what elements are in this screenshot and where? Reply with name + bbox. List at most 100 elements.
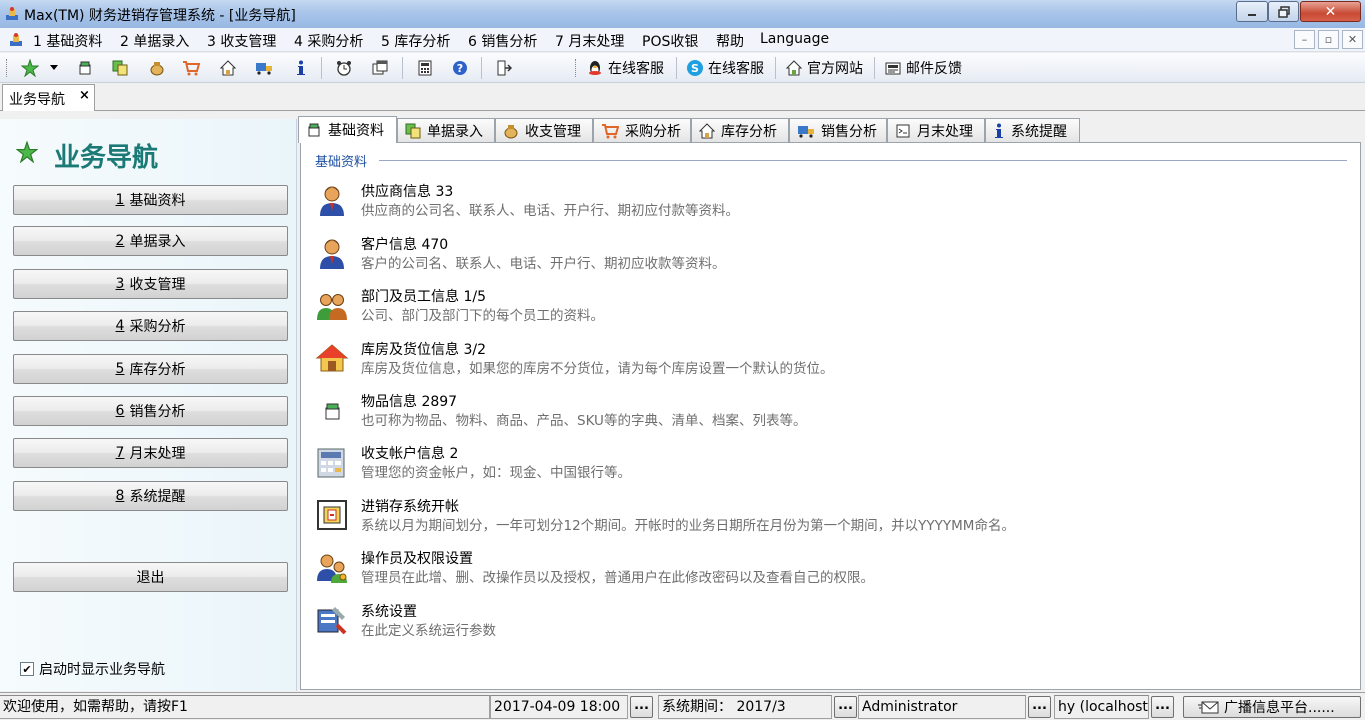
list-item-goods[interactable]: 物品信息 2897 也可称为物品、物料、商品、产品、SKU等的字典、清单、档案、… [315,391,1335,435]
dropdown-arrow-icon[interactable] [48,58,60,78]
tab-label: 系统提醒 [1011,123,1067,140]
nav-button-label: 单据录入 [129,234,186,250]
nav-button-income-expense[interactable]: 3 收支管理 [13,269,288,299]
minimize-icon [1248,13,1256,16]
toolbar-grip[interactable] [6,59,9,77]
mdi-restore-button[interactable]: ▫ [1318,30,1339,49]
list-item-customer[interactable]: 客户信息 470 客户的公司名、联系人、电话、开户行、期初应收款等资料。 [315,234,1335,278]
home-icon[interactable] [218,58,238,78]
status-host: hy (localhost) [1054,695,1149,719]
info-icon[interactable] [291,58,311,78]
tab-income-expense[interactable]: 收支管理 [495,118,593,142]
menu-pos[interactable]: POS收银 [642,31,698,51]
app-menu-icon[interactable] [8,32,24,48]
close-icon: ✕ [1324,3,1337,20]
nav-button-document-entry[interactable]: 2 单据录入 [13,226,288,256]
alarm-clock-icon[interactable] [334,58,354,78]
nav-button-number: 8 [115,488,125,504]
tab-label: 月末处理 [917,123,973,140]
app-icon [6,7,18,20]
doc-tab-business-navigation[interactable]: 业务导航 × [2,84,95,111]
host-more-button[interactable]: ... [1151,696,1174,718]
customer-icon [320,239,344,269]
tab-purchase-analysis[interactable]: 采购分析 [593,118,691,142]
broadcast-button[interactable]: 广播信息平台...... [1183,696,1361,718]
online-service-qq-button[interactable]: 在线客服 [586,58,664,78]
document-tab-strip: 业务导航 × [0,83,1365,111]
item-description: 公司、部门及部门下的每个员工的资料。 [361,308,604,324]
broadcast-label: 广播信息平台...... [1224,700,1335,716]
email-feedback-button[interactable]: 邮件反馈 [884,58,962,78]
mdi-minimize-button[interactable]: – [1294,30,1315,49]
calculator-icon[interactable] [415,58,435,78]
period-more-button[interactable]: ... [834,696,857,718]
menu-document-entry[interactable]: 2 单据录入 [120,31,189,51]
menu-basic-data[interactable]: 1 基础资料 [33,31,102,51]
menu-sales-analysis[interactable]: 6 销售分析 [468,31,537,51]
tab-sales-analysis[interactable]: 销售分析 [789,118,887,142]
nav-button-label: 收支管理 [129,277,186,293]
official-website-button[interactable]: 官方网站 [785,58,863,78]
nav-button-number: 4 [115,318,125,334]
online-service-skype-button[interactable]: S 在线客服 [686,58,764,78]
exit-button[interactable]: 退出 [13,562,288,592]
nav-button-number: 3 [115,276,125,292]
menu-help[interactable]: 帮助 [716,31,744,51]
month-end-icon [896,124,910,137]
menu-language[interactable]: Language [760,31,829,47]
basic-data-icon[interactable] [75,58,95,78]
shopping-cart-icon[interactable] [181,58,201,78]
tab-month-end[interactable]: 月末处理 [887,118,985,142]
nav-button-system-reminder[interactable]: 8 系统提醒 [13,481,288,511]
tab-system-reminder[interactable]: 系统提醒 [985,118,1080,142]
mdi-close-button[interactable]: ✕ [1342,30,1363,49]
nav-button-sales-analysis[interactable]: 6 销售分析 [13,396,288,426]
maximize-button[interactable] [1268,1,1299,22]
money-bag-icon[interactable] [147,58,167,78]
settings-icon [317,607,347,635]
datetime-more-button[interactable]: ... [630,696,653,718]
menu-purchase-analysis[interactable]: 4 采购分析 [294,31,363,51]
goods-icon [325,403,340,420]
list-item-operator-permissions[interactable]: 操作员及权限设置 管理员在此增、删、改操作员以及授权，普通用户在此修改密码以及查… [315,548,1335,592]
star-icon[interactable] [20,58,40,78]
checkbox-checked-icon[interactable]: ✔ [20,662,34,676]
list-item-system-settings[interactable]: 系统设置 在此定义系统运行参数 [315,601,1335,645]
tab-document-entry[interactable]: 单据录入 [397,118,495,142]
list-item-staff[interactable]: 部门及员工信息 1/5 公司、部门及部门下的每个员工的资料。 [315,286,1335,330]
menu-month-end[interactable]: 7 月末处理 [555,31,624,51]
exit-door-icon[interactable] [494,58,514,78]
list-item-account[interactable]: 收支帐户信息 2 管理您的资金帐户，如：现金、中国银行等。 [315,443,1335,487]
delivery-truck-icon[interactable] [254,58,274,78]
minimize-button[interactable] [1236,1,1268,22]
tab-content-panel: 基础资料 供应商信息 33 供应商的公司名、联系人、电话、开户行、期初应付款等资… [300,142,1361,690]
tab-basic-data[interactable]: 基础资料 [298,116,397,143]
list-item-supplier[interactable]: 供应商信息 33 供应商的公司名、联系人、电话、开户行、期初应付款等资料。 [315,181,1335,225]
shopping-cart-icon [602,123,619,138]
nav-button-purchase-analysis[interactable]: 4 采购分析 [13,311,288,341]
document-entry-icon[interactable] [110,58,130,78]
nav-button-inventory-analysis[interactable]: 5 库存分析 [13,354,288,384]
item-title: 系统设置 [361,604,417,620]
nav-button-month-end[interactable]: 7 月末处理 [13,438,288,468]
toolbar-grip[interactable] [575,59,578,77]
tab-label: 单据录入 [427,123,483,140]
item-title: 部门及员工信息 1/5 [361,289,486,305]
doc-tab-label: 业务导航 [9,92,65,108]
close-button[interactable]: ✕ [1300,1,1361,22]
toolbar-separator [402,57,403,79]
user-more-button[interactable]: ... [1028,696,1051,718]
list-item-open-period[interactable]: 进销存系统开帐 系统以月为期间划分，一年可划分12个期间。开帐时的业务日期所在月… [315,496,1335,540]
doc-tab-close-icon[interactable]: × [79,88,90,103]
list-item-warehouse[interactable]: 库房及货位信息 3/2 库房及货位信息，如果您的库房不分货位，请为每个库房设置一… [315,339,1335,383]
menu-inventory-analysis[interactable]: 5 库存分析 [381,31,450,51]
period-icon [317,500,347,530]
startup-show-nav-checkbox[interactable]: ✔ 启动时显示业务导航 [20,659,165,679]
window-switch-icon[interactable] [370,58,390,78]
nav-button-basic-data[interactable]: 1 基础资料 [13,185,288,215]
skype-icon: S [687,60,703,76]
tab-inventory-analysis[interactable]: 库存分析 [691,118,789,142]
help-icon[interactable]: ? [450,58,470,78]
menu-income-expense[interactable]: 3 收支管理 [207,31,276,51]
exit-button-label: 退出 [136,570,165,586]
